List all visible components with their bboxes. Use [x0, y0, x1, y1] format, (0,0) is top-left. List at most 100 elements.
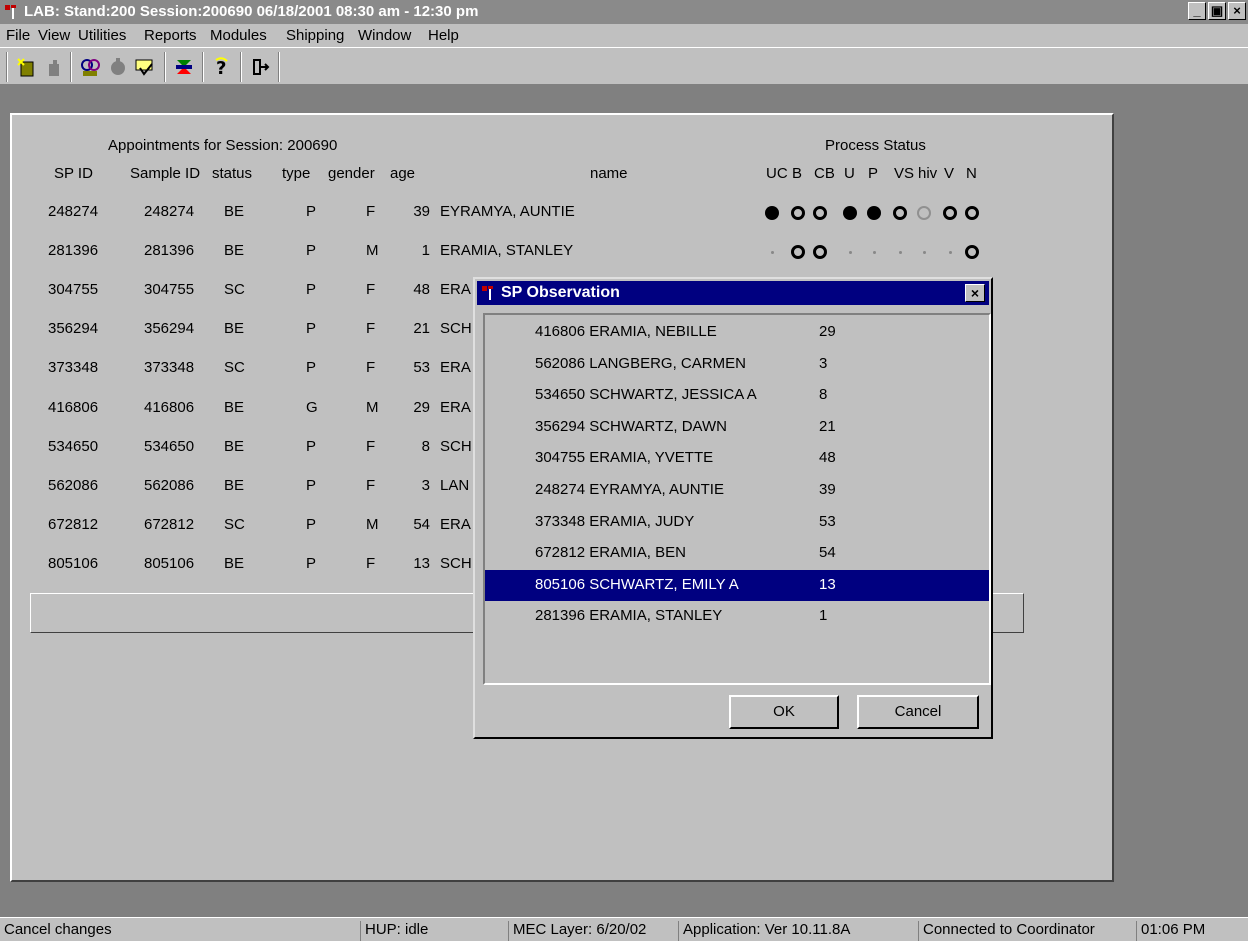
cell-sp-id: 416806 — [48, 398, 99, 416]
menu-shipping[interactable]: Shipping — [286, 27, 344, 44]
list-item[interactable]: 416806 ERAMIA, NEBILLE 29 — [485, 317, 989, 348]
cell-status: SC — [224, 281, 245, 299]
cell-sp-id: 672812 — [48, 515, 99, 533]
col-sample-id: Sample ID — [130, 165, 201, 182]
cell-status: BE — [224, 242, 245, 260]
cell-status: BE — [224, 320, 245, 338]
col-process-2: CB — [814, 165, 835, 182]
cell-gender: F — [366, 359, 376, 377]
list-item-age: 29 — [819, 323, 836, 340]
cell-age: 29 — [413, 398, 430, 416]
col-process-6: hiv — [918, 165, 938, 182]
list-item-sp: 672812 ERAMIA, BEN — [535, 544, 686, 562]
list-item[interactable]: 281396 ERAMIA, STANLEY 1 — [485, 601, 989, 632]
cell-status: BE — [224, 554, 245, 572]
new-icon[interactable] — [14, 55, 38, 79]
col-process-5: VS — [894, 165, 915, 182]
process-status-uc-icon — [771, 251, 774, 255]
cell-age: 13 — [413, 554, 430, 572]
cell-status: BE — [224, 437, 245, 455]
process-status-p-icon — [873, 251, 876, 255]
process-status-heading: Process Status — [825, 137, 926, 154]
cell-age: 1 — [421, 242, 430, 260]
list-item-age: 54 — [819, 544, 836, 562]
cancel-button[interactable]: Cancel — [857, 695, 979, 729]
list-item-age: 48 — [819, 449, 836, 467]
dialog-close-button[interactable]: × — [965, 284, 985, 302]
exit-icon[interactable] — [248, 55, 272, 79]
process-status-cb-icon — [813, 245, 827, 260]
list-item-age: 13 — [819, 575, 836, 593]
cell-sp-id: 356294 — [48, 320, 99, 338]
cell-type: P — [306, 242, 317, 260]
menu-help[interactable]: Help — [428, 27, 459, 44]
list-item[interactable]: 248274 EYRAMYA, AUNTIE 39 — [485, 475, 989, 506]
close-button[interactable]: × — [1228, 2, 1246, 20]
find-icon[interactable] — [78, 55, 102, 79]
process-icon[interactable] — [172, 55, 196, 79]
list-item[interactable]: 373348 ERAMIA, JUDY 53 — [485, 507, 989, 538]
status-message: Cancel changes — [4, 921, 112, 938]
cell-gender: F — [366, 476, 376, 494]
cell-sample-id: 534650 — [144, 437, 195, 455]
list-item-sp: 304755 ERAMIA, YVETTE — [535, 449, 714, 467]
cell-sample-id: 672812 — [144, 515, 195, 533]
list-item-sp: 534650 SCHWARTZ, JESSICA A — [535, 386, 757, 404]
open-icon[interactable] — [42, 55, 66, 79]
cell-status: BE — [224, 398, 245, 416]
list-item-age: 53 — [819, 512, 836, 530]
list-item-sp: 805106 SCHWARTZ, EMILY A — [535, 575, 739, 593]
cell-status: BE — [224, 203, 245, 220]
cell-sp-id: 304755 — [48, 281, 99, 299]
menu-utilities[interactable]: Utilities — [78, 27, 126, 44]
cell-sp-id: 248274 — [48, 203, 99, 220]
col-process-1: B — [792, 165, 803, 182]
cell-type: G — [306, 398, 318, 416]
process-status-b-icon — [791, 206, 805, 220]
process-status-hiv-icon — [917, 206, 931, 220]
menu-reports[interactable]: Reports — [144, 27, 197, 44]
list-item[interactable]: 356294 SCHWARTZ, DAWN 21 — [485, 412, 989, 443]
toolbar-separator — [278, 52, 280, 82]
cell-name: SCH — [440, 437, 472, 455]
cell-sample-id: 356294 — [144, 320, 195, 338]
menu-bar: File View Utilities Reports Modules Ship… — [0, 24, 1248, 47]
list-item-sp: 356294 SCHWARTZ, DAWN — [535, 417, 727, 435]
status-time: 01:06 PM — [1136, 921, 1205, 941]
cell-sample-id: 805106 — [144, 554, 195, 572]
cell-age: 21 — [413, 320, 430, 338]
list-item[interactable]: 805106 SCHWARTZ, EMILY A 13 — [485, 569, 989, 601]
ok-button[interactable]: OK — [729, 695, 839, 729]
process-status-n-icon — [965, 245, 979, 260]
col-age: age — [390, 165, 416, 182]
menu-file[interactable]: File — [6, 27, 30, 44]
menu-window[interactable]: Window — [358, 27, 411, 44]
cell-type: P — [306, 476, 317, 494]
record-icon[interactable] — [106, 55, 130, 79]
list-item-age: 39 — [819, 481, 836, 498]
process-status-hiv-icon — [923, 251, 926, 255]
window-title: LAB: Stand:200 Session:200690 06/18/2001… — [24, 3, 479, 20]
cell-name: SCH — [440, 554, 472, 572]
cell-status: BE — [224, 476, 245, 494]
check-icon[interactable] — [132, 55, 156, 79]
menu-view[interactable]: View — [38, 27, 70, 44]
sp-listbox[interactable]: 416806 ERAMIA, NEBILLE 29 562086 LANGBERG,… — [483, 313, 991, 685]
list-item[interactable]: 304755 ERAMIA, YVETTE 48 — [485, 443, 989, 474]
cell-age: 39 — [413, 203, 430, 220]
col-process-7: V — [944, 165, 955, 182]
list-item-age: 1 — [819, 607, 828, 625]
list-item[interactable]: 672812 ERAMIA, BEN 54 — [485, 538, 989, 569]
cell-name: ERAMIA, STANLEY — [440, 242, 574, 260]
cell-status: SC — [224, 515, 245, 533]
process-status-vs-icon — [893, 206, 907, 220]
col-process-0: UC — [766, 165, 788, 182]
maximize-button[interactable]: ▣ — [1208, 2, 1226, 20]
minimize-button[interactable]: _ — [1188, 2, 1206, 20]
menu-modules[interactable]: Modules — [210, 27, 267, 44]
cell-name: ERA — [440, 398, 471, 416]
list-item[interactable]: 562086 LANGBERG, CARMEN 3 — [485, 349, 989, 380]
cell-name: ERA — [440, 515, 471, 533]
list-item[interactable]: 534650 SCHWARTZ, JESSICA A 8 — [485, 380, 989, 411]
help-icon[interactable]: ? — [210, 55, 234, 79]
